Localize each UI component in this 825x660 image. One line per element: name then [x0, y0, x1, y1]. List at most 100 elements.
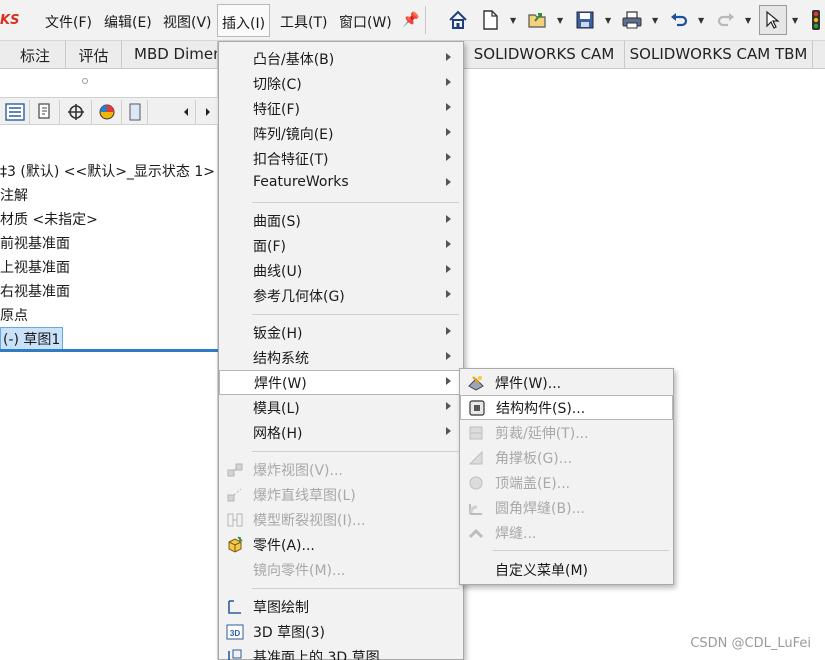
menu-item-label: 网格(H): [253, 426, 303, 442]
tree-item-top-plane[interactable]: 上视基准面: [0, 257, 70, 277]
watermark: CSDN @CDL_LuFei: [690, 636, 811, 651]
tree-item-origin[interactable]: 原点: [0, 305, 28, 325]
menu-item-label: 剪裁/延伸(T)...: [495, 426, 589, 442]
app-logo: KS: [0, 13, 20, 28]
open-dropdown-icon[interactable]: ▼: [557, 16, 563, 25]
menu-tools[interactable]: 工具(T): [280, 12, 327, 32]
print-icon[interactable]: [620, 8, 644, 32]
menu-file[interactable]: 文件(F): [45, 12, 92, 32]
menu-item-face[interactable]: 面(F): [219, 233, 463, 258]
menu-item-label: 扣合特征(T): [253, 152, 329, 168]
new-dropdown-icon[interactable]: ▼: [510, 16, 516, 25]
rollback-bar[interactable]: [0, 349, 218, 352]
insert-part-icon: [225, 535, 245, 554]
open-file-icon[interactable]: [525, 8, 549, 32]
menu-insert[interactable]: 插入(I): [217, 4, 271, 37]
insert-menu: 凸台/基体(B) 切除(C) 特征(F) 阵列/镜向(E) 扣合特征(T) Fe…: [218, 41, 464, 660]
weld-bead-icon: [466, 523, 486, 542]
3d-sketch-icon: 3D: [225, 622, 245, 641]
scroll-left-icon[interactable]: [176, 100, 196, 124]
tab-solidworks-cam-tbm[interactable]: SOLIDWORKS CAM TBM: [625, 41, 813, 69]
menu-item-weldment[interactable]: 焊件(W)...: [460, 370, 673, 395]
scroll-right-icon[interactable]: [198, 100, 218, 124]
menu-item-label: 曲面(S): [253, 214, 301, 230]
menu-item-features[interactable]: 特征(F): [219, 96, 463, 121]
menu-item-structural-member[interactable]: 结构构件(S)...: [460, 395, 673, 420]
home-icon[interactable]: [446, 8, 470, 32]
tab-evaluate[interactable]: 评估: [66, 41, 122, 69]
submenu-arrow-icon: [446, 327, 451, 335]
menu-item-label: 角撑板(G)...: [495, 451, 573, 467]
menu-item-part[interactable]: 零件(A)...: [219, 532, 463, 557]
3d-sketch-on-plane-icon: [225, 647, 245, 660]
menu-item-sheet-metal[interactable]: 钣金(H): [219, 320, 463, 345]
menu-item-pattern-mirror[interactable]: 阵列/镜向(E): [219, 121, 463, 146]
feature-tree-icon[interactable]: [0, 100, 30, 124]
pin-icon[interactable]: 📌: [402, 12, 419, 28]
property-manager-icon[interactable]: [30, 100, 60, 124]
menu-item-molds[interactable]: 模具(L): [219, 395, 463, 420]
menu-item-label: 模具(L): [253, 401, 300, 417]
submenu-arrow-icon: [446, 352, 451, 360]
tab-annotation[interactable]: 标注: [0, 41, 66, 69]
menu-item-fastening-feature[interactable]: 扣合特征(T): [219, 146, 463, 171]
menu-edit[interactable]: 编辑(E): [104, 12, 152, 32]
menu-item-label: 顶端盖(E)...: [495, 476, 571, 492]
exploded-view-icon: [225, 460, 245, 479]
menu-item-label: 模型断裂视图(I)...: [253, 513, 366, 529]
menu-item-label: 爆炸视图(V)...: [253, 463, 343, 479]
svg-text:3D: 3D: [230, 629, 240, 638]
cam-manager-icon[interactable]: [122, 100, 148, 124]
tree-item-right-plane[interactable]: 右视基准面: [0, 281, 70, 301]
select-dropdown-icon[interactable]: ▼: [792, 16, 798, 25]
menu-item-3d-sketch-on-plane[interactable]: 基准面上的 3D 草图: [219, 644, 463, 660]
feature-manager-toolbar: [0, 97, 218, 125]
traffic-light-icon[interactable]: [808, 8, 824, 32]
tree-root-part[interactable]: ‡3 (默认) <<默认>_显示状态 1>: [0, 161, 215, 181]
menu-item-mesh[interactable]: 网格(H): [219, 420, 463, 445]
print-dropdown-icon[interactable]: ▼: [652, 16, 658, 25]
redo-dropdown-icon[interactable]: ▼: [745, 16, 751, 25]
menu-item-label: 参考几何体(G): [253, 289, 345, 305]
pane-grip-handle[interactable]: [82, 78, 88, 84]
menu-item-sketch[interactable]: 草图绘制: [219, 594, 463, 619]
tree-item-front-plane[interactable]: 前视基准面: [0, 233, 70, 253]
menu-item-label: 曲线(U): [253, 264, 303, 280]
menu-item-cut[interactable]: 切除(C): [219, 71, 463, 96]
menu-item-curve[interactable]: 曲线(U): [219, 258, 463, 283]
select-pointer-icon[interactable]: [759, 5, 787, 35]
feature-manager-pane: ‡3 (默认) <<默认>_显示状态 1> 注解 材质 <未指定> 前视基准面 …: [0, 69, 218, 660]
tab-mbd-dimension[interactable]: MBD Dimen: [122, 41, 218, 69]
tree-item-sketch1[interactable]: (-) 草图1: [0, 327, 64, 351]
configuration-manager-icon[interactable]: [60, 100, 92, 124]
menu-item-3d-sketch[interactable]: 3D 3D 草图(3): [219, 619, 463, 644]
menu-item-boss-base[interactable]: 凸台/基体(B): [219, 46, 463, 71]
tab-solidworks-cam[interactable]: SOLIDWORKS CAM: [464, 41, 625, 69]
submenu-arrow-icon: [446, 402, 451, 410]
menu-item-reference-geometry[interactable]: 参考几何体(G): [219, 283, 463, 308]
menu-item-label: 基准面上的 3D 草图: [253, 650, 380, 660]
menu-view[interactable]: 视图(V): [163, 12, 212, 32]
menu-item-featureworks[interactable]: FeatureWorks: [219, 171, 463, 196]
new-file-icon[interactable]: [478, 8, 502, 32]
save-dropdown-icon[interactable]: ▼: [605, 16, 611, 25]
submenu-arrow-icon: [446, 427, 451, 435]
menu-item-label: 焊件(W)...: [495, 376, 562, 392]
tree-item-annotations[interactable]: 注解: [0, 185, 28, 205]
tree-item-material[interactable]: 材质 <未指定>: [0, 209, 98, 229]
menu-item-customize-menu[interactable]: 自定义菜单(M): [460, 557, 673, 582]
undo-icon[interactable]: [667, 8, 691, 32]
menu-item-surface[interactable]: 曲面(S): [219, 208, 463, 233]
menu-item-weldments[interactable]: 焊件(W): [219, 370, 463, 395]
undo-dropdown-icon[interactable]: ▼: [698, 16, 704, 25]
menu-item-label: 特征(F): [253, 102, 300, 118]
menu-bar: KS 文件(F) 编辑(E) 视图(V) 插入(I) 工具(T) 窗口(W) 📌…: [0, 0, 825, 41]
save-icon[interactable]: [573, 8, 597, 32]
menu-item-end-cap: 顶端盖(E)...: [460, 470, 673, 495]
submenu-arrow-icon: [446, 240, 451, 248]
menu-window[interactable]: 窗口(W): [339, 12, 392, 32]
display-manager-icon[interactable]: [92, 100, 122, 124]
menu-separator: [252, 202, 459, 203]
redo-icon[interactable]: [714, 8, 738, 32]
menu-item-structure-system[interactable]: 结构系统: [219, 345, 463, 370]
